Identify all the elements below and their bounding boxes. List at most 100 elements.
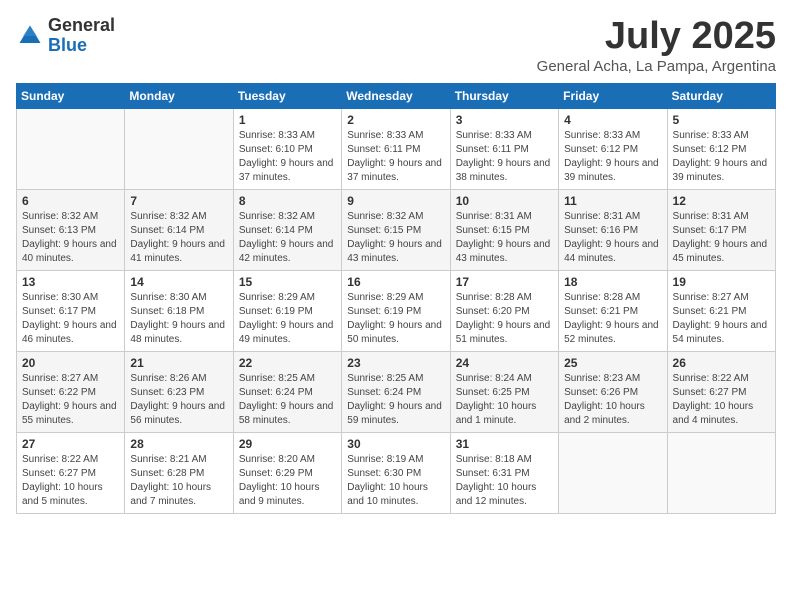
calendar-subtitle: General Acha, La Pampa, Argentina <box>537 58 776 75</box>
header-wednesday: Wednesday <box>342 83 450 108</box>
day-cell <box>17 108 125 189</box>
day-number: 10 <box>456 194 553 208</box>
header-row: Sunday Monday Tuesday Wednesday Thursday… <box>17 83 776 108</box>
day-cell: 21 Sunrise: 8:26 AMSunset: 6:23 PMDayligh… <box>125 351 233 432</box>
day-detail: Sunrise: 8:29 AMSunset: 6:19 PMDaylight:… <box>239 291 336 347</box>
day-number: 13 <box>22 275 119 289</box>
day-number: 24 <box>456 356 553 370</box>
day-detail: Sunrise: 8:22 AMSunset: 6:27 PMDaylight:… <box>22 453 119 509</box>
day-cell: 14 Sunrise: 8:30 AMSunset: 6:18 PMDayligh… <box>125 270 233 351</box>
day-cell: 7Sunrise: 8:32 AMSunset: 6:14 PMDaylight… <box>125 189 233 270</box>
day-cell: 1Sunrise: 8:33 AMSunset: 6:10 PMDaylight… <box>233 108 341 189</box>
day-cell: 5 Sunrise: 8:33 AMSunset: 6:12 PMDaylight… <box>667 108 775 189</box>
day-detail: Sunrise: 8:28 AMSunset: 6:20 PMDaylight:… <box>456 291 553 347</box>
day-cell: 28Sunrise: 8:21 AMSunset: 6:28 PMDayligh… <box>125 432 233 513</box>
day-detail: Sunrise: 8:25 AMSunset: 6:24 PMDaylight:… <box>347 372 444 428</box>
day-cell: 6 Sunrise: 8:32 AMSunset: 6:13 PMDaylight… <box>17 189 125 270</box>
header-thursday: Thursday <box>450 83 558 108</box>
header-sunday: Sunday <box>17 83 125 108</box>
day-detail: Sunrise: 8:32 AMSunset: 6:14 PMDaylight:… <box>239 210 336 266</box>
day-number: 14 <box>130 275 227 289</box>
week-row-3: 13Sunrise: 8:30 AMSunset: 6:17 PMDayligh… <box>17 270 776 351</box>
day-number: 23 <box>347 356 444 370</box>
day-number: 17 <box>456 275 553 289</box>
day-cell: 4Sunrise: 8:33 AMSunset: 6:12 PMDaylight… <box>559 108 667 189</box>
day-cell: 12Sunrise: 8:31 AMSunset: 6:17 PMDayligh… <box>667 189 775 270</box>
day-detail: Sunrise: 8:27 AMSunset: 6:22 PMDaylight:… <box>22 372 119 428</box>
day-cell: 3 Sunrise: 8:33 AMSunset: 6:11 PMDaylight… <box>450 108 558 189</box>
day-number: 31 <box>456 437 553 451</box>
day-detail: Sunrise: 8:23 AMSunset: 6:26 PMDaylight:… <box>564 372 661 428</box>
day-number: 19 <box>673 275 770 289</box>
logo: General Blue <box>16 16 115 56</box>
day-cell: 27 Sunrise: 8:22 AMSunset: 6:27 PMDayligh… <box>17 432 125 513</box>
day-cell <box>559 432 667 513</box>
day-number: 5 <box>673 113 770 127</box>
day-detail: Sunrise: 8:33 AMSunset: 6:12 PMDaylight:… <box>673 129 770 185</box>
day-number: 22 <box>239 356 336 370</box>
day-cell: 19 Sunrise: 8:27 AMSunset: 6:21 PMDayligh… <box>667 270 775 351</box>
day-detail: Sunrise: 8:22 AMSunset: 6:27 PMDaylight:… <box>673 372 770 428</box>
day-cell: 30 Sunrise: 8:19 AMSunset: 6:30 PMDayligh… <box>342 432 450 513</box>
calendar-header: Sunday Monday Tuesday Wednesday Thursday… <box>17 83 776 108</box>
day-detail: Sunrise: 8:28 AMSunset: 6:21 PMDaylight:… <box>564 291 661 347</box>
day-detail: Sunrise: 8:20 AMSunset: 6:29 PMDaylight:… <box>239 453 336 509</box>
page-header: General Blue July 2025 General Acha, La … <box>16 16 776 75</box>
day-detail: Sunrise: 8:29 AMSunset: 6:19 PMDaylight:… <box>347 291 444 347</box>
day-number: 30 <box>347 437 444 451</box>
day-detail: Sunrise: 8:30 AMSunset: 6:18 PMDaylight:… <box>130 291 227 347</box>
day-number: 6 <box>22 194 119 208</box>
day-cell: 20 Sunrise: 8:27 AMSunset: 6:22 PMDayligh… <box>17 351 125 432</box>
day-detail: Sunrise: 8:32 AMSunset: 6:14 PMDaylight:… <box>130 210 227 266</box>
title-block: July 2025 General Acha, La Pampa, Argent… <box>537 16 776 75</box>
day-detail: Sunrise: 8:31 AMSunset: 6:15 PMDaylight:… <box>456 210 553 266</box>
header-tuesday: Tuesday <box>233 83 341 108</box>
logo-icon <box>16 22 44 50</box>
day-cell: 18 Sunrise: 8:28 AMSunset: 6:21 PMDayligh… <box>559 270 667 351</box>
day-detail: Sunrise: 8:18 AMSunset: 6:31 PMDaylight:… <box>456 453 553 509</box>
day-number: 25 <box>564 356 661 370</box>
calendar-body: 1Sunrise: 8:33 AMSunset: 6:10 PMDaylight… <box>17 108 776 513</box>
day-number: 4 <box>564 113 661 127</box>
day-cell: 22 Sunrise: 8:25 AMSunset: 6:24 PMDayligh… <box>233 351 341 432</box>
day-cell: 26Sunrise: 8:22 AMSunset: 6:27 PMDayligh… <box>667 351 775 432</box>
day-detail: Sunrise: 8:32 AMSunset: 6:15 PMDaylight:… <box>347 210 444 266</box>
day-detail: Sunrise: 8:32 AMSunset: 6:13 PMDaylight:… <box>22 210 119 266</box>
day-cell <box>667 432 775 513</box>
day-number: 3 <box>456 113 553 127</box>
day-cell: 29Sunrise: 8:20 AMSunset: 6:29 PMDayligh… <box>233 432 341 513</box>
header-monday: Monday <box>125 83 233 108</box>
day-detail: Sunrise: 8:19 AMSunset: 6:30 PMDaylight:… <box>347 453 444 509</box>
day-detail: Sunrise: 8:33 AMSunset: 6:11 PMDaylight:… <box>456 129 553 185</box>
day-detail: Sunrise: 8:26 AMSunset: 6:23 PMDaylight:… <box>130 372 227 428</box>
calendar-table: Sunday Monday Tuesday Wednesday Thursday… <box>16 83 776 514</box>
day-number: 12 <box>673 194 770 208</box>
day-cell: 17 Sunrise: 8:28 AMSunset: 6:20 PMDayligh… <box>450 270 558 351</box>
day-cell: 11Sunrise: 8:31 AMSunset: 6:16 PMDayligh… <box>559 189 667 270</box>
day-detail: Sunrise: 8:27 AMSunset: 6:21 PMDaylight:… <box>673 291 770 347</box>
header-saturday: Saturday <box>667 83 775 108</box>
day-number: 20 <box>22 356 119 370</box>
day-cell: 13Sunrise: 8:30 AMSunset: 6:17 PMDayligh… <box>17 270 125 351</box>
week-row-2: 6 Sunrise: 8:32 AMSunset: 6:13 PMDaylight… <box>17 189 776 270</box>
day-cell: 8 Sunrise: 8:32 AMSunset: 6:14 PMDaylight… <box>233 189 341 270</box>
header-friday: Friday <box>559 83 667 108</box>
calendar-title: July 2025 <box>537 16 776 58</box>
day-number: 2 <box>347 113 444 127</box>
day-cell: 2 Sunrise: 8:33 AMSunset: 6:11 PMDaylight… <box>342 108 450 189</box>
day-cell: 31 Sunrise: 8:18 AMSunset: 6:31 PMDayligh… <box>450 432 558 513</box>
day-number: 27 <box>22 437 119 451</box>
day-cell: 24Sunrise: 8:24 AMSunset: 6:25 PMDayligh… <box>450 351 558 432</box>
day-detail: Sunrise: 8:21 AMSunset: 6:28 PMDaylight:… <box>130 453 227 509</box>
day-number: 21 <box>130 356 227 370</box>
week-row-5: 27 Sunrise: 8:22 AMSunset: 6:27 PMDayligh… <box>17 432 776 513</box>
week-row-1: 1Sunrise: 8:33 AMSunset: 6:10 PMDaylight… <box>17 108 776 189</box>
day-cell: 10 Sunrise: 8:31 AMSunset: 6:15 PMDayligh… <box>450 189 558 270</box>
day-detail: Sunrise: 8:33 AMSunset: 6:11 PMDaylight:… <box>347 129 444 185</box>
day-cell <box>125 108 233 189</box>
day-cell: 9Sunrise: 8:32 AMSunset: 6:15 PMDaylight… <box>342 189 450 270</box>
day-detail: Sunrise: 8:25 AMSunset: 6:24 PMDaylight:… <box>239 372 336 428</box>
logo-text: General Blue <box>48 16 115 56</box>
day-number: 18 <box>564 275 661 289</box>
day-number: 8 <box>239 194 336 208</box>
